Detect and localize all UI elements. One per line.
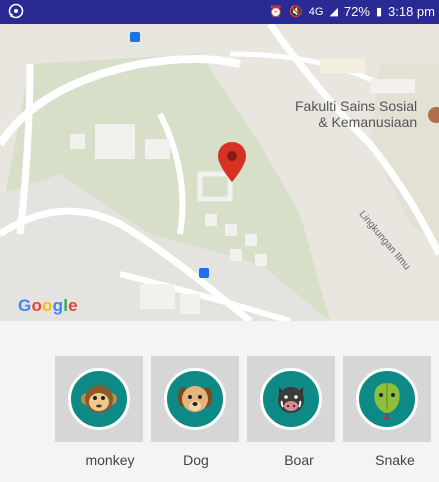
google-logo: Google — [18, 296, 78, 315]
map-view[interactable]: Fakulti Sains Sosial & Kemanusiaan Lingk… — [0, 24, 439, 321]
place-label: Fakulti Sains Sosial & Kemanusiaan — [295, 98, 418, 130]
snake-icon — [356, 368, 418, 430]
battery-percentage: 72% — [343, 4, 370, 19]
animal-label: Boar — [284, 452, 314, 468]
animal-card-dog[interactable] — [151, 356, 239, 442]
monkey-icon — [68, 368, 130, 430]
dog-icon — [164, 368, 226, 430]
status-bar: ⏰ 🔇 4G ◢ 72% ▮ 3:18 pm — [0, 0, 439, 24]
mute-icon: 🔇 — [289, 6, 303, 18]
status-icons: ⏰ 🔇 4G ◢ 72% ▮ 3:18 pm — [269, 4, 435, 19]
animal-label: Snake — [375, 452, 415, 468]
animal-card-boar[interactable] — [247, 356, 335, 442]
alarm-icon: ⏰ — [269, 6, 284, 18]
network-label: 4G — [308, 5, 324, 18]
animal-card-monkey[interactable] — [55, 356, 143, 442]
signal-icon: ◢ — [329, 6, 338, 18]
animal-card-snake[interactable] — [343, 356, 431, 442]
whatsapp-icon — [8, 3, 24, 24]
animal-carousel[interactable]: monkey Dog Boar Snake — [0, 321, 439, 482]
boar-icon — [260, 368, 322, 430]
battery-icon: ▮ — [375, 6, 383, 18]
clock: 3:18 pm — [388, 4, 435, 19]
animal-label: monkey — [85, 452, 135, 468]
animal-label: Dog — [183, 452, 209, 468]
